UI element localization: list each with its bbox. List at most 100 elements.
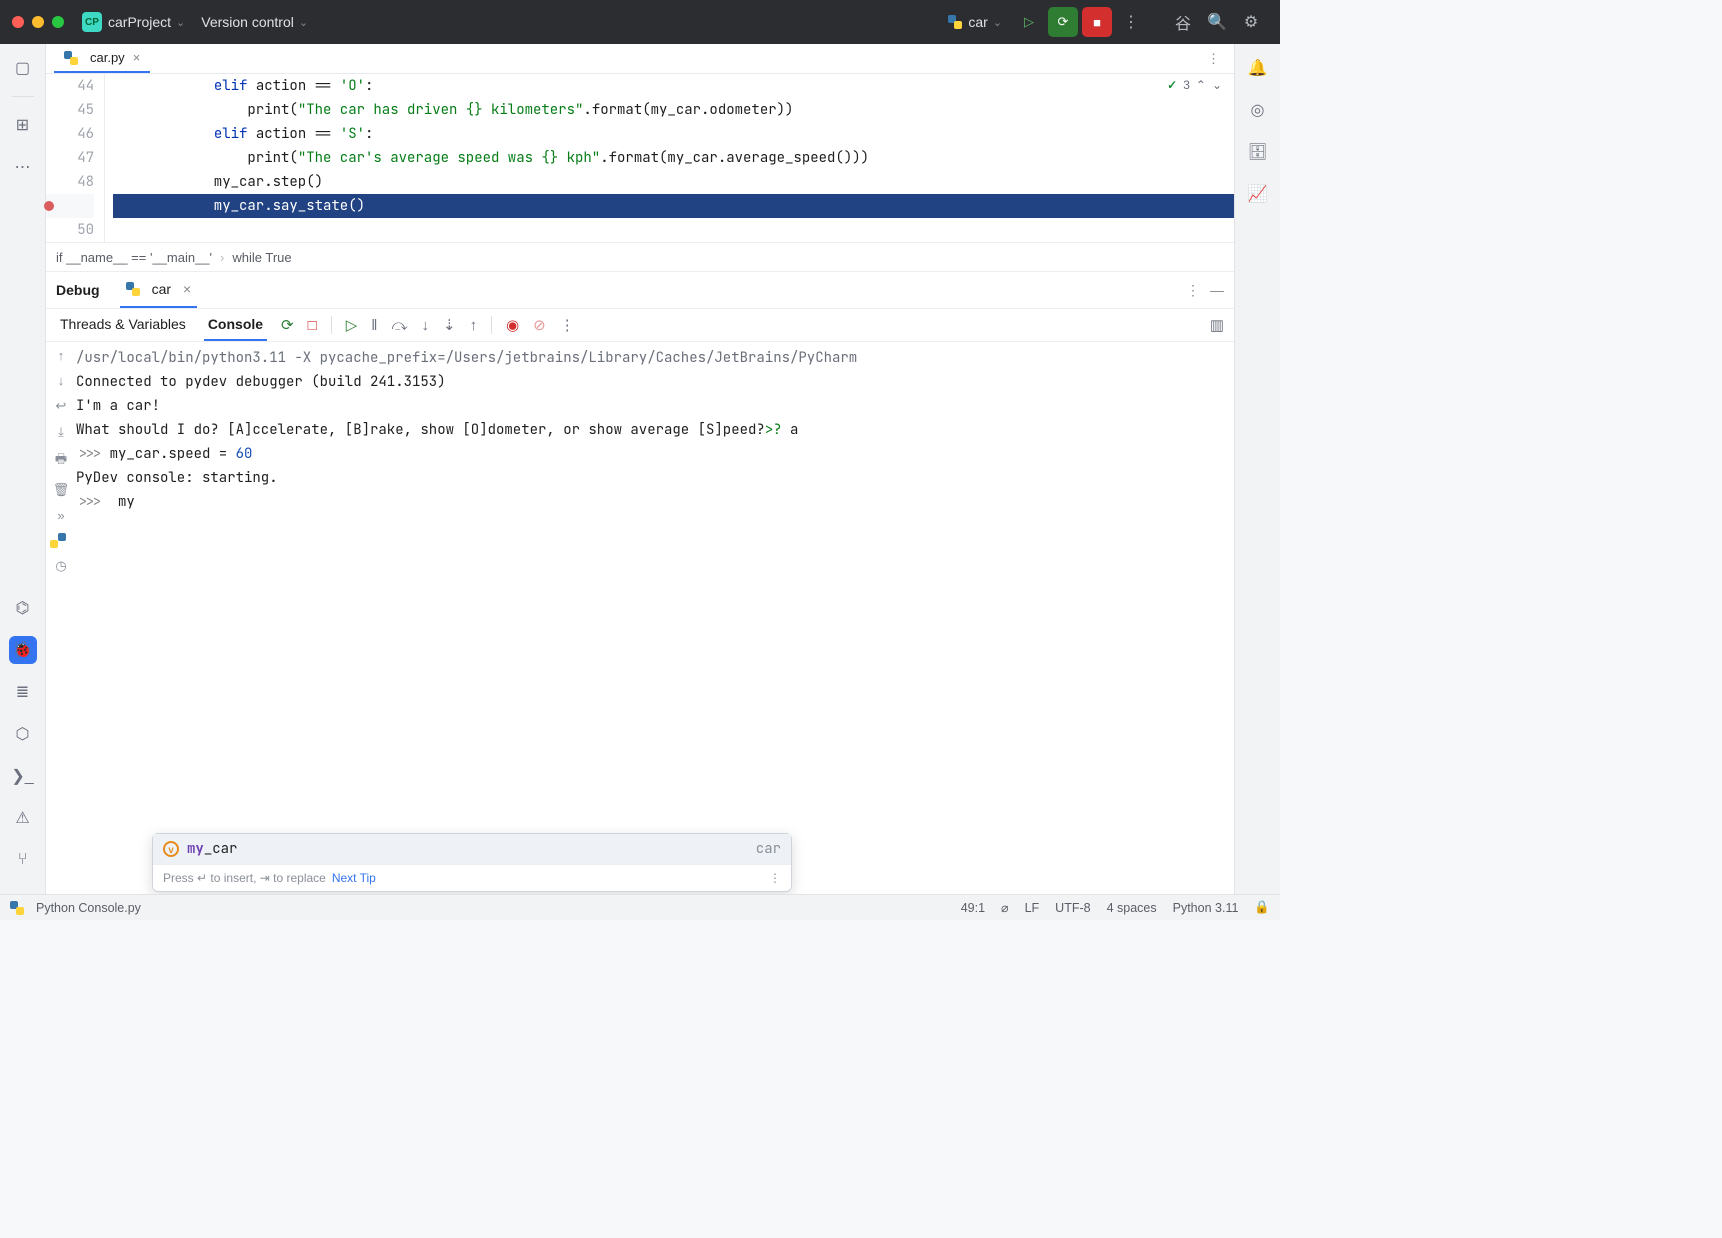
breadcrumb-item[interactable]: if __name__ == '__main__' (56, 250, 212, 265)
debug-title: Debug (56, 282, 100, 298)
vcs-label: Version control (201, 14, 294, 30)
run-config-name: car (968, 14, 987, 30)
more-actions-button[interactable]: ⋮ (1116, 7, 1146, 37)
next-tip-link[interactable]: Next Tip (332, 871, 376, 885)
rerun-icon[interactable]: ⟳ (281, 316, 294, 334)
left-tool-rail: ▢ ⊞ ⋯ ⌬ 🐞 ≣ ⬡ ❯_ ⚠ ⑂ (0, 44, 46, 894)
status-current-file[interactable]: Python Console.py (10, 901, 141, 915)
code-with-me-icon[interactable]: ⾕ (1168, 7, 1198, 37)
breadcrumb-item[interactable]: while True (232, 250, 291, 265)
console-tab[interactable]: Console (204, 309, 267, 341)
autocomplete-more-icon[interactable]: ⋮ (769, 871, 781, 885)
interpreter[interactable]: Python 3.11 (1173, 901, 1239, 915)
maximize-window-button[interactable] (52, 16, 64, 28)
resume-icon[interactable]: ▷ (346, 316, 358, 334)
project-badge: CP (82, 12, 102, 32)
project-selector[interactable]: CP carProject ⌄ (82, 12, 185, 32)
debug-header: Debug car × ⋮ — (46, 272, 1234, 308)
stack-tool-icon[interactable]: ≣ (9, 678, 37, 706)
run-button[interactable]: ▷ (1014, 7, 1044, 37)
debug-session-name: car (152, 281, 171, 297)
close-tab-button[interactable]: × (133, 50, 141, 65)
autocomplete-item[interactable]: v my_car car (153, 834, 791, 864)
debug-session-tab[interactable]: car × (120, 272, 198, 308)
search-everywhere-button[interactable]: 🔍 (1202, 7, 1232, 37)
settings-button[interactable]: ⚙ (1236, 7, 1266, 37)
chevron-down-icon: ⌄ (993, 16, 1002, 29)
minimize-window-button[interactable] (32, 16, 44, 28)
editor-tab[interactable]: car.py × (54, 44, 150, 73)
status-file-name: Python Console.py (36, 901, 141, 915)
run-config-selector[interactable]: car ⌄ (948, 14, 1002, 30)
structure-tool-icon[interactable]: ⊞ (9, 111, 37, 139)
notifications-icon[interactable]: 🔔 (1244, 54, 1272, 82)
indent-setting[interactable]: 4 spaces (1107, 901, 1157, 915)
more-tool-icon[interactable]: ⋯ (9, 153, 37, 181)
soft-wrap-icon[interactable]: ↩ (56, 398, 67, 414)
chevron-down-icon: ⌄ (299, 16, 308, 29)
caret-position[interactable]: 49:1 (961, 901, 985, 915)
print-icon[interactable]: 🖶 (55, 450, 67, 472)
step-into-my-icon[interactable]: ⇣ (443, 316, 456, 334)
status-indent-guide-icon[interactable]: ⌀ (1001, 900, 1009, 915)
autocomplete-type: car (756, 840, 781, 858)
line-separator[interactable]: LF (1025, 901, 1040, 915)
tab-more-button[interactable]: ⋮ (1201, 51, 1226, 67)
file-encoding[interactable]: UTF-8 (1055, 901, 1090, 915)
step-over-icon[interactable]: ⤼ (391, 317, 407, 334)
layout-settings-icon[interactable]: ▥ (1210, 316, 1224, 334)
debug-button[interactable]: ⟳ (1048, 7, 1078, 37)
autocomplete-match: my (187, 840, 204, 858)
code-editor[interactable]: 444546474850 elif action == 'O': print("… (46, 74, 1234, 242)
debug-more-icon[interactable]: ⋮ (560, 316, 575, 334)
debug-toolbar: Threads & Variables Console ⟳ □ ▷ ‖ ⤼ ↓ … (46, 308, 1234, 342)
database-icon[interactable]: 🗄 (1244, 138, 1272, 166)
python-icon (126, 282, 140, 296)
python-packages-icon[interactable]: ⌬ (9, 594, 37, 622)
console-output[interactable]: /usr/local/bin/python3.11 -X pycache_pre… (76, 342, 1234, 894)
project-name: carProject (108, 14, 171, 30)
autocomplete-hint: Press ↵ to insert, ⇥ to replace (163, 871, 326, 885)
clear-icon[interactable]: 🗑 (53, 482, 70, 498)
debug-more-button[interactable]: ⋮ (1186, 282, 1200, 299)
scroll-to-end-icon[interactable]: ⤓ (58, 424, 64, 440)
python-console-icon[interactable] (58, 533, 64, 548)
problems-tool-icon[interactable]: ⚠ (9, 804, 37, 832)
debug-tool-icon[interactable]: 🐞 (9, 636, 37, 664)
pause-icon[interactable]: ‖ (371, 317, 377, 334)
history-icon[interactable]: ◷ (55, 558, 66, 574)
step-out-icon[interactable]: ↑ (470, 317, 478, 334)
autocomplete-popup[interactable]: v my_car car Press ↵ to insert, ⇥ to rep… (152, 833, 792, 892)
variable-icon: v (163, 841, 179, 857)
breakpoint-icon[interactable] (44, 201, 54, 211)
statusbar: Python Console.py 49:1 ⌀ LF UTF-8 4 spac… (0, 894, 1280, 920)
lock-icon[interactable]: 🔒 (1254, 900, 1270, 915)
breadcrumb[interactable]: if __name__ == '__main__' › while True (46, 242, 1234, 272)
step-into-icon[interactable]: ↓ (421, 317, 429, 334)
close-session-button[interactable]: × (183, 281, 191, 297)
close-window-button[interactable] (12, 16, 24, 28)
python-file-icon (64, 51, 78, 65)
stop-button[interactable]: ■ (1082, 7, 1112, 37)
project-tool-icon[interactable]: ▢ (9, 54, 37, 82)
minimize-panel-button[interactable]: — (1210, 282, 1224, 298)
terminal-tool-icon[interactable]: ❯_ (9, 762, 37, 790)
debug-panel: Debug car × ⋮ — Threads & Variables Cons… (46, 272, 1234, 894)
mute-breakpoints-icon[interactable]: ⊘ (533, 316, 546, 334)
chevron-down-icon: ⌄ (176, 16, 185, 29)
vcs-menu[interactable]: Version control ⌄ (201, 14, 308, 30)
autocomplete-footer: Press ↵ to insert, ⇥ to replace Next Tip… (153, 864, 791, 891)
scroll-up-icon[interactable]: ↑ (58, 348, 65, 363)
view-breakpoints-icon[interactable]: ◉ (506, 316, 519, 334)
python-icon (948, 15, 962, 29)
editor-tabbar: car.py × ⋮ (46, 44, 1234, 74)
console-area: ↑ ↓ ↩ ⤓ 🖶 🗑 » ◷ /usr/local/bin/python3.1… (46, 342, 1234, 894)
expand-icon[interactable]: » (57, 508, 64, 523)
stop-icon[interactable]: □ (308, 317, 317, 334)
services-tool-icon[interactable]: ⬡ (9, 720, 37, 748)
coverage-icon[interactable]: 📈 (1244, 180, 1272, 208)
ai-assistant-icon[interactable]: ◎ (1244, 96, 1272, 124)
scroll-down-icon[interactable]: ↓ (58, 373, 65, 388)
threads-variables-tab[interactable]: Threads & Variables (56, 309, 190, 341)
vcs-tool-icon[interactable]: ⑂ (9, 846, 37, 874)
